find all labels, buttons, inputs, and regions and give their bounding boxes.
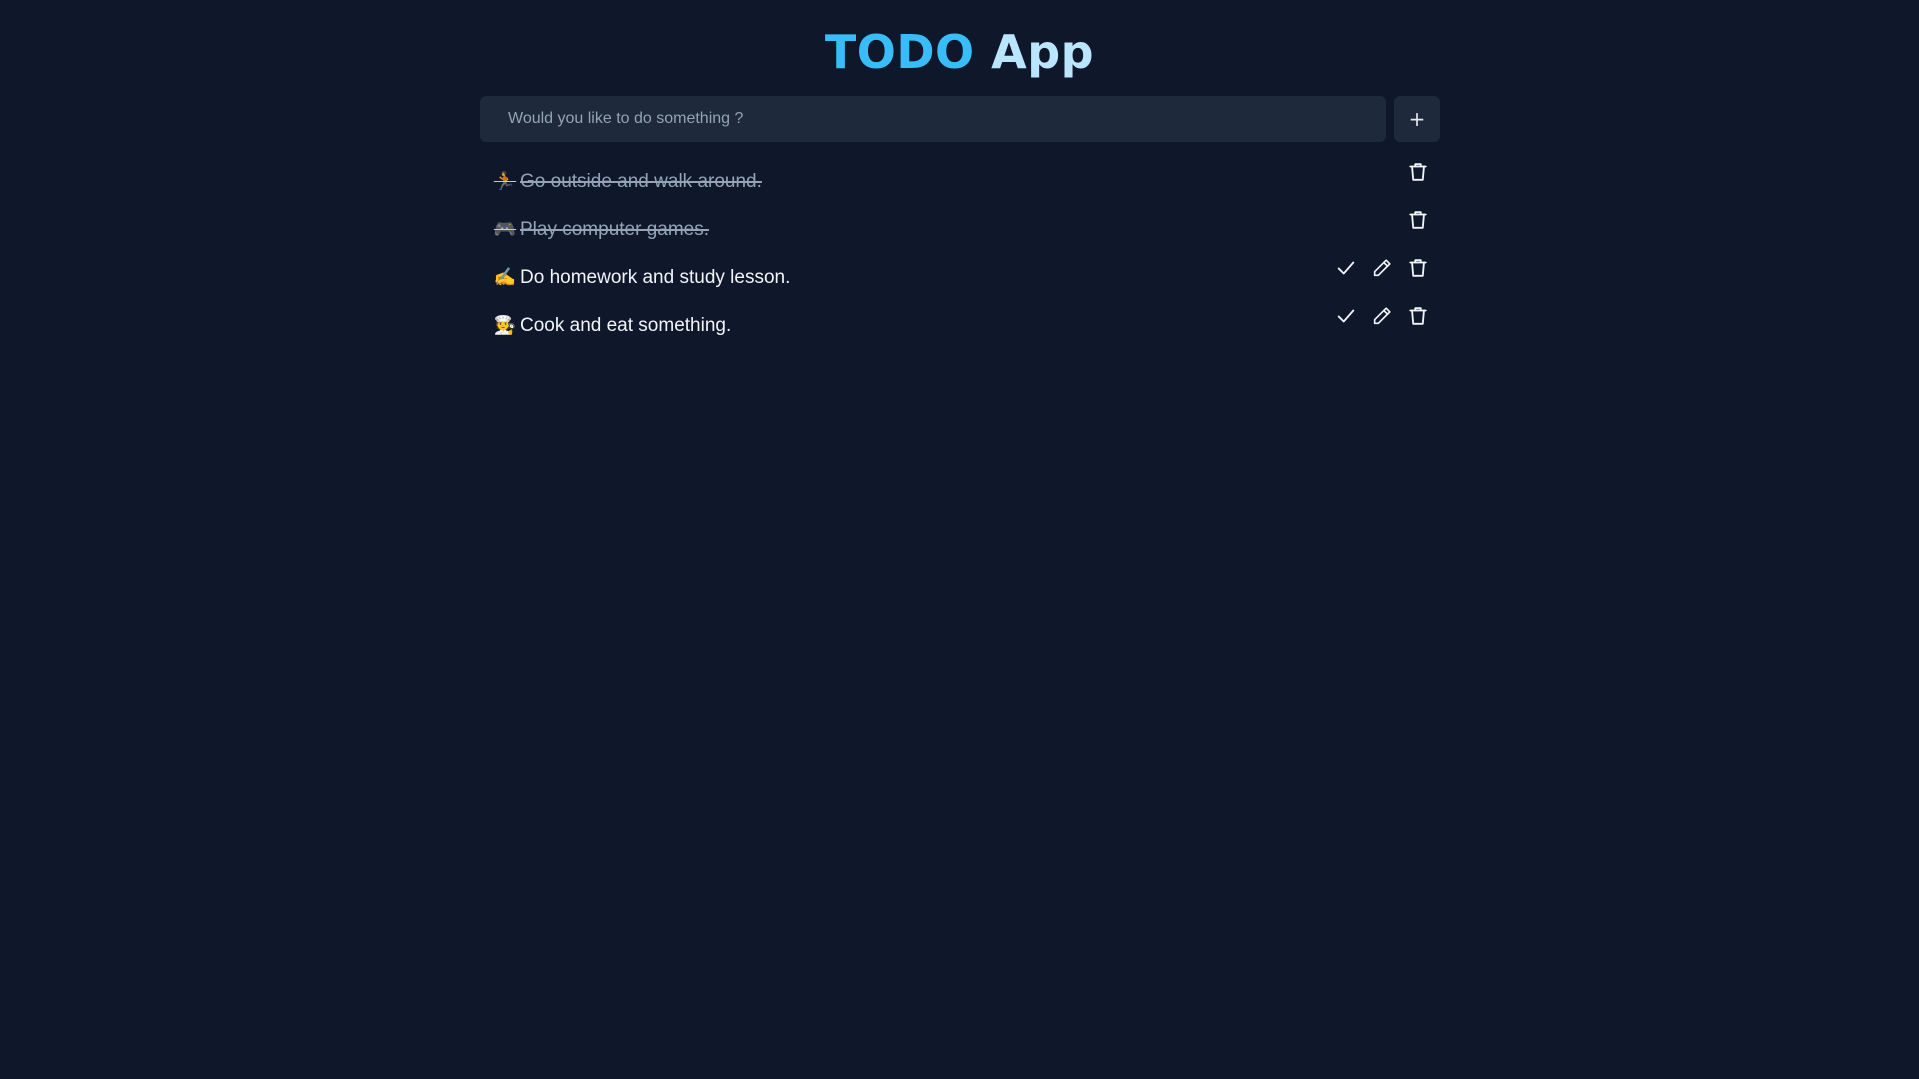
edit-button[interactable] xyxy=(1370,304,1394,328)
delete-icon xyxy=(1409,163,1427,181)
todo-item: 🎮 Play computer games. xyxy=(490,206,1430,254)
todo-item: ✍️ Do homework and study lesson. xyxy=(490,254,1430,302)
todo-input[interactable] xyxy=(480,96,1386,142)
edit-icon xyxy=(1373,259,1391,277)
add-todo-bar: + xyxy=(480,96,1440,142)
edit-button[interactable] xyxy=(1370,256,1394,280)
delete-button[interactable] xyxy=(1406,256,1430,280)
todo-emoji: 🏃 xyxy=(493,171,517,192)
todo-text: Play computer games. xyxy=(520,219,710,240)
complete-button[interactable] xyxy=(1334,256,1358,280)
page-title: TODO App xyxy=(0,22,1919,82)
complete-icon xyxy=(1337,309,1355,323)
title-rest: App xyxy=(991,25,1095,79)
todo-actions xyxy=(1406,148,1430,196)
todo-actions xyxy=(1334,292,1430,340)
delete-icon xyxy=(1409,211,1427,229)
delete-button[interactable] xyxy=(1406,304,1430,328)
todo-emoji: 🎮 xyxy=(493,219,517,240)
delete-button[interactable] xyxy=(1406,160,1430,184)
todo-list: 🏃 Go outside and walk around. 🎮 Play comput… xyxy=(490,158,1430,350)
todo-actions xyxy=(1334,244,1430,292)
todo-emoji: 🧑‍🍳 xyxy=(493,315,517,336)
complete-button[interactable] xyxy=(1334,304,1358,328)
todo-item: 🧑‍🍳 Cook and eat something. xyxy=(490,302,1430,350)
todo-emoji: ✍️ xyxy=(493,267,517,288)
delete-button[interactable] xyxy=(1406,208,1430,232)
complete-icon xyxy=(1337,261,1355,275)
todo-app: TODO App + 🏃Go outside and walk around.🎮… xyxy=(0,0,1919,1079)
delete-icon xyxy=(1409,307,1427,325)
delete-icon xyxy=(1409,259,1427,277)
add-todo-button[interactable]: + xyxy=(1394,96,1440,142)
todo-actions xyxy=(1406,196,1430,244)
todo-text: Do homework and study lesson. xyxy=(520,267,791,288)
todo-text: Go outside and walk around. xyxy=(520,171,762,192)
title-accent: TODO xyxy=(824,25,975,79)
todo-text: Cook and eat something. xyxy=(520,315,732,336)
edit-icon xyxy=(1373,307,1391,325)
todo-item: 🏃 Go outside and walk around. xyxy=(490,158,1430,206)
